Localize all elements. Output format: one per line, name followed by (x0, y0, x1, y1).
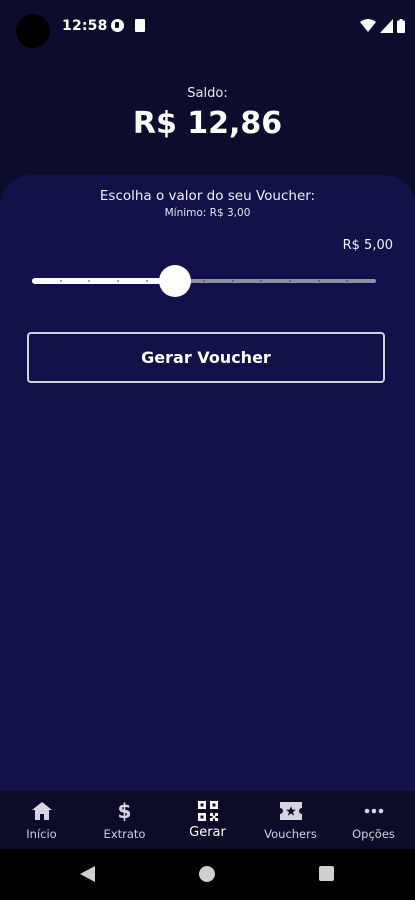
bottom-navigation: Início $ Extrato Gerar Vouchers Opções (0, 791, 415, 849)
slider-tick (232, 280, 234, 282)
generate-voucher-button[interactable]: Gerar Voucher (27, 332, 385, 383)
voucher-card: Escolha o valor do seu Voucher: Mínimo: … (0, 175, 415, 791)
slider-fill (32, 278, 175, 284)
nav-item-gerar[interactable]: Gerar (166, 791, 249, 849)
slider-tick (146, 280, 148, 282)
slider-tick (318, 280, 320, 282)
balance-label: Saldo: (187, 86, 228, 101)
slider-tick (289, 280, 291, 282)
slider-tick (203, 280, 205, 282)
nav-label-gerar: Gerar (189, 825, 226, 840)
slider-tick (260, 280, 262, 282)
signal-icon (380, 19, 393, 33)
voucher-selected-value: R$ 5,00 (342, 238, 393, 253)
nav-label-extrato: Extrato (103, 827, 146, 841)
recents-icon[interactable] (319, 866, 334, 881)
slider-tick (117, 280, 119, 282)
back-icon[interactable] (80, 866, 95, 886)
sim-card-icon (135, 19, 145, 32)
nav-item-extrato[interactable]: $ Extrato (83, 791, 166, 849)
balance-header: Saldo: R$ 12,86 (0, 52, 415, 180)
ticket-icon (249, 800, 332, 822)
nav-item-inicio[interactable]: Início (0, 791, 83, 849)
system-navigation-bar (0, 849, 415, 900)
status-time: 12:58 (62, 18, 108, 34)
nav-item-vouchers[interactable]: Vouchers (249, 791, 332, 849)
status-bar: 12:58 (0, 0, 415, 52)
notification-icon (111, 19, 124, 32)
wifi-icon (360, 19, 376, 33)
battery-icon (397, 19, 405, 33)
nav-item-opcoes[interactable]: Opções (332, 791, 415, 849)
qr-code-icon (166, 800, 249, 822)
slider-tick (88, 280, 90, 282)
voucher-value-slider[interactable] (32, 263, 376, 299)
dollar-icon: $ (117, 799, 132, 823)
status-indicators (360, 18, 405, 34)
slider-thumb[interactable] (159, 265, 191, 297)
home-icon (0, 800, 83, 822)
balance-value: R$ 12,86 (132, 106, 283, 141)
camera-cutout (16, 14, 50, 48)
more-dots-icon (332, 800, 415, 822)
voucher-minimum-label: Mínimo: R$ 3,00 (164, 207, 251, 219)
nav-label-opcoes: Opções (352, 827, 395, 841)
nav-label-inicio: Início (26, 827, 57, 841)
slider-tick (346, 280, 348, 282)
home-circle-icon[interactable] (199, 866, 215, 882)
voucher-choose-label: Escolha o valor do seu Voucher: (99, 188, 316, 204)
slider-tick (60, 280, 62, 282)
nav-label-vouchers: Vouchers (264, 827, 317, 841)
